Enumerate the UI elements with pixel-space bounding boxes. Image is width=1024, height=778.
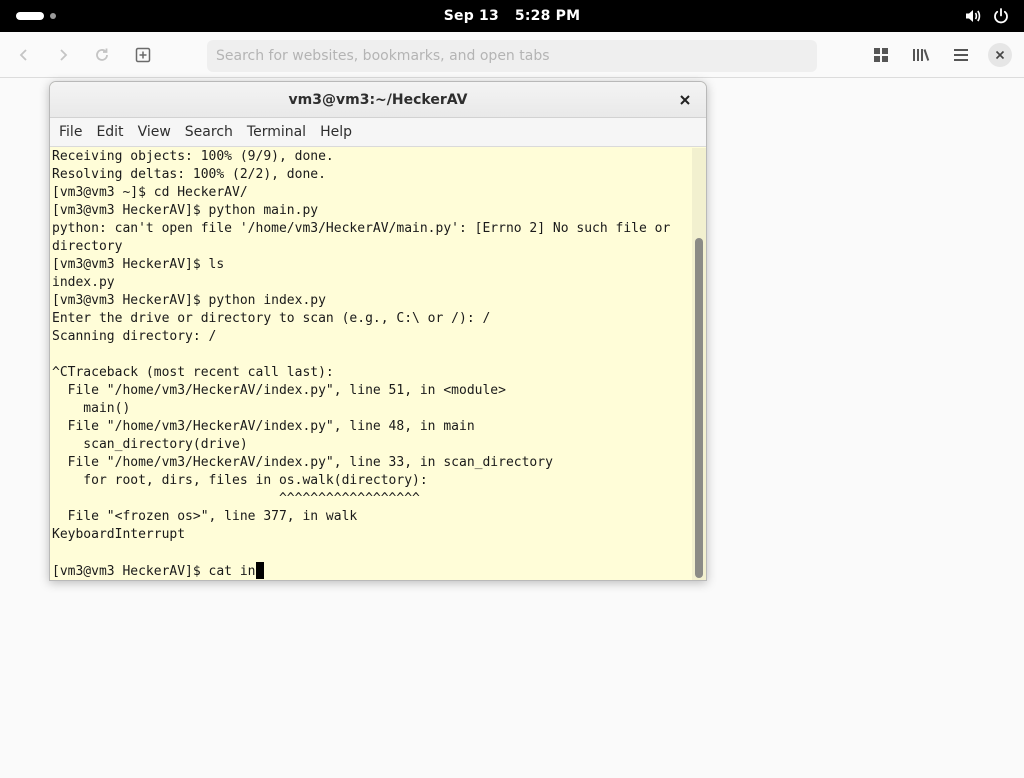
menu-help[interactable]: Help	[320, 124, 352, 140]
menu-icon[interactable]	[949, 43, 973, 67]
prompt-input-text: [vm3@vm3 HeckerAV]$ cat in	[52, 564, 256, 579]
url-placeholder: Search for websites, bookmarks, and open…	[216, 48, 550, 64]
clock[interactable]: Sep 13 5:28 PM	[0, 0, 1024, 32]
back-icon[interactable]	[12, 43, 36, 67]
browser-toolbar: Search for websites, bookmarks, and open…	[0, 32, 1024, 78]
menu-edit[interactable]: Edit	[96, 124, 123, 140]
reload-icon[interactable]	[90, 43, 114, 67]
text-cursor	[255, 562, 264, 579]
close-icon[interactable]	[988, 43, 1012, 67]
menu-view[interactable]: View	[138, 124, 171, 140]
scrollbar-thumb[interactable]	[695, 238, 703, 578]
terminal-line: File "/home/vm3/HeckerAV/index.py", line…	[52, 455, 553, 470]
power-icon	[992, 7, 1010, 25]
terminal-line: [vm3@vm3 ~]$ cd HeckerAV/	[52, 185, 248, 200]
terminal-window: vm3@vm3:~/HeckerAV File Edit View Search…	[49, 81, 707, 581]
overview-icon[interactable]	[869, 43, 893, 67]
terminal-line: File "/home/vm3/HeckerAV/index.py", line…	[52, 419, 475, 434]
terminal-line: [vm3@vm3 HeckerAV]$ python main.py	[52, 203, 319, 218]
terminal-line: Receiving objects: 100% (9/9), done.	[52, 149, 334, 164]
terminal-line: scan_directory(drive)	[52, 437, 248, 452]
terminal-line: main()	[52, 401, 131, 416]
menu-file[interactable]: File	[59, 124, 82, 140]
terminal-line: directory	[52, 239, 123, 254]
terminal-line: for root, dirs, files in os.walk(directo…	[52, 473, 428, 488]
terminal-line: ^CTraceback (most recent call last):	[52, 365, 334, 380]
terminal-line: index.py	[52, 275, 115, 290]
menu-terminal[interactable]: Terminal	[247, 124, 306, 140]
new-tab-icon[interactable]	[131, 43, 155, 67]
window-close-icon[interactable]	[676, 91, 694, 109]
library-icon[interactable]	[909, 43, 933, 67]
menu-search[interactable]: Search	[185, 124, 233, 140]
terminal-line: File "<frozen os>", line 377, in walk	[52, 509, 358, 524]
terminal-line: [vm3@vm3 HeckerAV]$ ls	[52, 257, 225, 272]
url-bar[interactable]: Search for websites, bookmarks, and open…	[207, 40, 817, 72]
terminal-menubar: File Edit View Search Terminal Help	[50, 118, 706, 147]
window-title: vm3@vm3:~/HeckerAV	[288, 92, 468, 108]
terminal-line: KeyboardInterrupt	[52, 527, 186, 542]
terminal-prompt-line[interactable]: [vm3@vm3 HeckerAV]$ cat in	[52, 562, 692, 580]
terminal-line: python: can't open file '/home/vm3/Hecke…	[52, 221, 671, 236]
terminal-line: Enter the drive or directory to scan (e.…	[52, 311, 491, 326]
terminal-line: File "/home/vm3/HeckerAV/index.py", line…	[52, 383, 506, 398]
terminal-line: Resolving deltas: 100% (2/2), done.	[52, 167, 326, 182]
system-status-area[interactable]	[964, 6, 1010, 26]
terminal-titlebar[interactable]: vm3@vm3:~/HeckerAV	[50, 82, 706, 118]
terminal-line: Scanning directory: /	[52, 329, 217, 344]
clock-time: 5:28 PM	[514, 8, 581, 24]
terminal-line: [vm3@vm3 HeckerAV]$ python index.py	[52, 293, 326, 308]
terminal-output[interactable]: Receiving objects: 100% (9/9), done. Res…	[52, 148, 692, 580]
clock-date: Sep 13	[443, 8, 499, 24]
volume-icon	[964, 7, 982, 25]
terminal-line: ^^^^^^^^^^^^^^^^^^	[52, 491, 420, 506]
forward-icon[interactable]	[51, 43, 75, 67]
system-top-bar: Sep 13 5:28 PM	[0, 0, 1024, 32]
